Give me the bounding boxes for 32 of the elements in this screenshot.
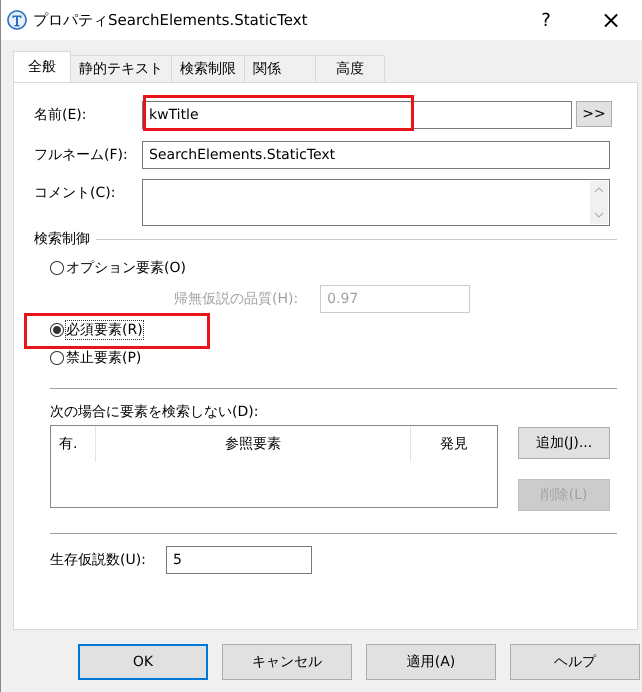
name-field[interactable]: kwTitle — [142, 101, 572, 129]
radio-button[interactable] — [50, 351, 64, 365]
dialog-button[interactable]: ヘルプ — [510, 644, 640, 680]
tab[interactable]: 全般 — [13, 51, 71, 82]
radio-label[interactable]: オプション要素(O) — [66, 259, 186, 277]
help-button[interactable]: ? — [526, 10, 566, 30]
radio-label[interactable]: 必須要素(R) — [66, 321, 143, 339]
list-label: 次の場合に要素を検索しない(D): — [50, 403, 258, 421]
survivor-count-field[interactable]: 5 — [166, 546, 312, 574]
browse-button[interactable]: >> — [576, 101, 612, 127]
exclusion-list[interactable]: 有. 参照要素 発見 — [50, 425, 498, 508]
close-button[interactable]: × — [588, 6, 634, 34]
column-header[interactable]: 有. — [51, 426, 96, 462]
field-label: フルネーム(F): — [34, 146, 129, 165]
full-name-field[interactable]: SearchElements.StaticText — [142, 141, 610, 169]
text-tool-icon — [7, 10, 27, 30]
field-label: 帰無仮説の品質(H): — [174, 290, 298, 308]
tab[interactable]: 高度 — [315, 55, 385, 82]
list-button[interactable]: 追加(J)... — [518, 427, 610, 459]
radio-label[interactable]: 禁止要素(P) — [66, 349, 142, 367]
radio-button[interactable] — [50, 323, 64, 337]
field-label: 生存仮説数(U): — [50, 551, 147, 570]
dialog-button[interactable]: 適用(A) — [366, 644, 496, 680]
radio-button[interactable] — [50, 261, 64, 275]
dialog-button[interactable]: キャンセル — [222, 644, 352, 680]
group-label: 検索制御 — [34, 230, 90, 248]
field-label: コメント(C): — [34, 184, 116, 203]
dialog-button[interactable]: OK — [78, 644, 208, 680]
column-header[interactable]: 参照要素 — [96, 426, 412, 462]
column-header[interactable]: 発見 — [411, 426, 497, 462]
window-title: プロパティSearchElements.StaticText — [33, 10, 308, 30]
field-label: 名前(E): — [34, 106, 88, 125]
